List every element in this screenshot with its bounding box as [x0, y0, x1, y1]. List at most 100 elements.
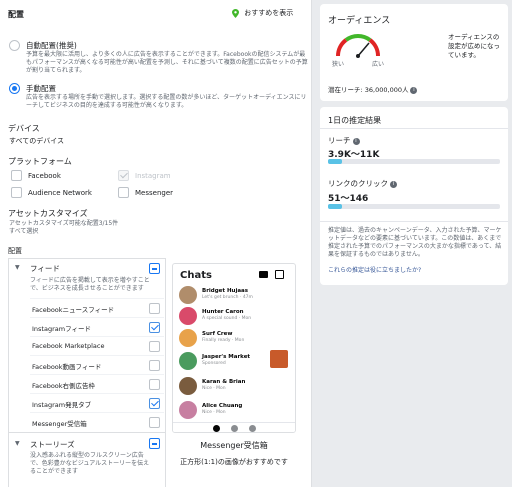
estimate-title: 1日の推定結果 — [328, 116, 382, 125]
item-checkbox[interactable] — [149, 379, 160, 390]
item-label: Facebook右側広告枠 — [32, 382, 96, 390]
messenger-checkbox[interactable] — [118, 187, 129, 198]
potential-reach-text: 潜在リーチ: 36,000,000人 — [328, 86, 409, 94]
stories-desc: 没入感あふれる縦型のフルスクリーン広告で、色彩豊かなビジュアルストーリーを伝える… — [30, 452, 150, 475]
reach-bar-fill — [328, 159, 342, 164]
divider — [320, 128, 508, 129]
placement-item-fb-news-feed[interactable]: Facebookニュースフィード — [30, 298, 164, 317]
clicks-label: リンクのクリック i — [328, 178, 397, 189]
item-label: Facebook Marketplace — [32, 342, 105, 350]
feed-group-checkbox[interactable] — [149, 263, 160, 274]
placement-item-ig-explore[interactable]: Instagram発見タブ — [30, 393, 164, 412]
instagram-label: Instagram — [135, 172, 171, 180]
preview-tab-bar — [173, 422, 295, 432]
avatar — [179, 352, 197, 370]
discover-tab-icon — [249, 425, 256, 432]
avatar — [179, 329, 197, 347]
auto-placement-desc: 予算を最大限に活用し、より多くの人に広告を表示することができます。Faceboo… — [26, 51, 308, 74]
chat-msg: Nice · Mon — [202, 386, 226, 391]
select-all-link[interactable]: すべて選択 — [9, 228, 38, 236]
camera-icon — [259, 271, 268, 278]
item-checkbox[interactable] — [149, 360, 160, 371]
chat-row-sponsored: Jasper's Market Sponsored — [179, 350, 288, 376]
info-icon[interactable]: i — [352, 137, 360, 145]
item-checkbox[interactable] — [149, 398, 160, 409]
placement-list-title: 配置 — [8, 247, 22, 255]
people-tab-icon — [231, 425, 238, 432]
stories-collapse-icon[interactable]: ▼ — [15, 440, 20, 447]
estimate-card: 1日の推定結果 リーチ i 3.9K〜11K リンクのクリック i 51〜146 推… — [320, 107, 508, 285]
preview-header-text: Chats — [180, 270, 212, 281]
info-icon[interactable]: i — [390, 180, 397, 188]
placement-item-ig-feed[interactable]: Instagramフィード — [30, 317, 164, 336]
compose-icon — [275, 270, 284, 279]
reach-label: リーチ i — [328, 135, 360, 146]
audience-gauge — [336, 34, 380, 58]
manual-placement-desc: 広告を表示する場所を手動で選択します。選択する配置の数が多いほど、ターゲットオー… — [26, 94, 307, 109]
feed-desc: フィードに広告を掲載して表示を増やすことで、ビジネスを成長させることができます — [30, 277, 150, 292]
chat-name: Surf Crew — [202, 331, 233, 337]
preview-header: Chats — [180, 270, 212, 281]
recommend-label: おすすめを表示 — [244, 9, 294, 17]
messenger-label: Messenger — [135, 189, 174, 197]
feed-collapse-icon[interactable]: ▼ — [15, 264, 20, 271]
placement-item-fb-right-column[interactable]: Facebook右側広告枠 — [30, 374, 164, 393]
clicks-label-text: リンクのクリック — [328, 179, 388, 188]
clicks-value: 51〜146 — [328, 194, 369, 204]
chat-name: Bridget Hujaas — [202, 288, 249, 294]
stories-title: ストーリーズ — [30, 440, 75, 449]
chat-name: Alice Chuang — [202, 403, 243, 409]
chat-row: Karan & Brian Nice · Mon — [179, 377, 287, 401]
audience-network-checkbox[interactable] — [11, 187, 22, 198]
facebook-label: Facebook — [28, 172, 61, 180]
item-checkbox[interactable] — [149, 303, 160, 314]
clicks-bar — [328, 204, 500, 209]
audience-card: オーディエンス 狭い 広い オーディエンスの設定が広めになっています。 潜在リー… — [320, 4, 508, 101]
chats-tab-icon — [213, 425, 220, 432]
chat-name: Karan & Brian — [202, 379, 246, 385]
devices-title: デバイス — [8, 124, 40, 133]
platforms-title: プラットフォーム — [8, 157, 72, 166]
chat-msg: Sponsored — [202, 361, 226, 366]
item-label: Facebookニュースフィード — [32, 306, 115, 314]
clicks-bar-fill — [328, 204, 342, 209]
item-checkbox[interactable] — [149, 417, 160, 428]
manual-placement-radio[interactable] — [9, 83, 20, 94]
estimate-helpful-link[interactable]: これらの推定は役に立ちましたか? — [328, 267, 421, 275]
audience-desc: オーディエンスの設定が広めになっています。 — [448, 33, 500, 59]
manual-placement-label[interactable]: 手動配置 — [26, 83, 56, 94]
auto-placement-radio[interactable] — [9, 40, 20, 51]
gauge-narrow-label: 狭い — [332, 61, 345, 68]
avatar — [179, 377, 197, 395]
preview-note: 正方形(1:1)の画像がおすすめです — [180, 458, 288, 466]
map-pin-icon — [232, 8, 239, 18]
placements-panel: 配置 おすすめを表示 自動配置(推奨) 予算を最大限に活用し、より多くの人に広告… — [0, 0, 312, 487]
gauge-wide-label: 広い — [372, 61, 385, 68]
facebook-checkbox[interactable] — [11, 170, 22, 181]
item-checkbox[interactable] — [149, 341, 160, 352]
asset-customization-desc: アセットカスタマイズ可能な配置3/15件 — [9, 220, 119, 227]
auto-placement-label[interactable]: 自動配置(推奨) — [26, 40, 77, 51]
avatar — [179, 286, 197, 304]
asset-customization-title: アセットカスタマイズ — [8, 209, 88, 218]
audience-title: オーディエンス — [328, 16, 391, 26]
item-checkbox[interactable] — [149, 322, 160, 333]
devices-dropdown[interactable]: すべてのデバイス — [9, 136, 64, 146]
info-icon[interactable]: i — [410, 86, 418, 94]
placement-item-messenger-inbox[interactable]: Messenger受信箱 — [30, 412, 164, 431]
placement-item-fb-marketplace[interactable]: Facebook Marketplace — [30, 336, 164, 355]
stories-group-checkbox[interactable] — [149, 438, 160, 449]
reach-bar — [328, 159, 500, 164]
chat-msg: A special sound · Mon — [202, 316, 252, 321]
instagram-checkbox[interactable] — [118, 170, 129, 181]
preview-caption: Messenger受信箱 — [200, 441, 268, 450]
chat-name: Jasper's Market — [202, 354, 251, 360]
placement-item-fb-video-feed[interactable]: Facebook動画フィード — [30, 355, 164, 374]
divider — [8, 432, 166, 433]
chat-msg: Nice · Mon — [202, 410, 226, 415]
item-label: Instagram発見タブ — [32, 401, 92, 409]
chat-msg: Finally ready · Mon — [202, 338, 245, 343]
item-label: Instagramフィード — [32, 325, 91, 333]
show-recommendations-link[interactable]: おすすめを表示 — [232, 8, 293, 18]
placements-title: 配置 — [8, 10, 24, 19]
